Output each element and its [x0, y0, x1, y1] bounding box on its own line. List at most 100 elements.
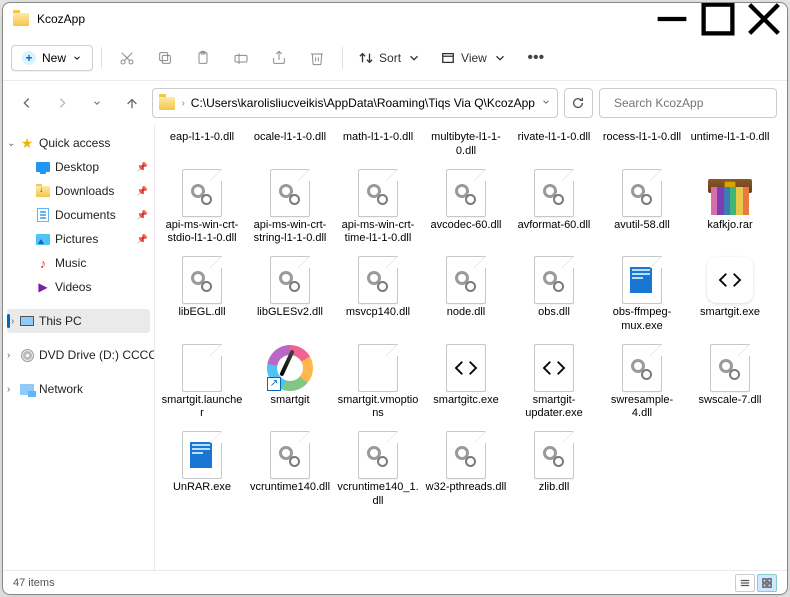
file-item[interactable]: eap-l1-1-0.dll	[159, 129, 245, 163]
search-input[interactable]	[614, 96, 769, 110]
back-button[interactable]	[13, 87, 42, 119]
file-item[interactable]: smartgit.exe	[687, 252, 773, 338]
file-label: avcodec-60.dll	[431, 219, 502, 233]
view-button[interactable]: View	[433, 46, 515, 70]
file-label: swresample-4.dll	[601, 394, 683, 422]
file-item[interactable]: vcruntime140_1.dll	[335, 427, 421, 513]
up-button[interactable]	[118, 87, 147, 119]
file-item[interactable]: obs.dll	[511, 252, 597, 338]
file-label: obs-ffmpeg-mux.exe	[601, 306, 683, 334]
file-item[interactable]: multibyte-l1-1-0.dll	[423, 129, 509, 163]
sidebar-item-quick-access[interactable]: ⌄★Quick access	[3, 131, 154, 155]
file-item[interactable]: UnRAR.exe	[159, 427, 245, 513]
dll-icon	[446, 169, 486, 217]
sidebar-item-pictures[interactable]: Pictures📌	[3, 227, 154, 251]
file-label: libGLESv2.dll	[257, 306, 323, 320]
pin-icon: 📌	[137, 234, 148, 245]
new-label: New	[42, 51, 66, 65]
star-icon: ★	[19, 135, 35, 151]
sidebar-item-network[interactable]: ›Network	[3, 377, 154, 401]
file-item[interactable]: zlib.dll	[511, 427, 597, 513]
chevron-down-icon[interactable]	[541, 96, 551, 110]
sidebar-item-music[interactable]: ♪Music	[3, 251, 154, 275]
file-item[interactable]: avcodec-60.dll	[423, 165, 509, 251]
file-label: smartgitc.exe	[433, 394, 498, 408]
chevron-down-icon	[493, 51, 507, 65]
more-button[interactable]: •••	[519, 42, 553, 74]
file-label: avutil-58.dll	[614, 219, 670, 233]
minimize-button[interactable]	[649, 3, 695, 35]
sidebar-item-this-pc[interactable]: ›This PC	[7, 309, 150, 333]
address-bar[interactable]: › C:\Users\karolisliucveikis\AppData\Roa…	[152, 88, 557, 118]
icons-view-button[interactable]	[757, 574, 777, 592]
file-item[interactable]: node.dll	[423, 252, 509, 338]
file-item[interactable]: api-ms-win-crt-stdio-l1-1-0.dll	[159, 165, 245, 251]
file-item[interactable]: api-ms-win-crt-string-l1-1-0.dll	[247, 165, 333, 251]
file-item[interactable]: avformat-60.dll	[511, 165, 597, 251]
navigation-pane: ⌄★Quick access Desktop📌 Downloads📌 Docum…	[3, 125, 155, 570]
dll-icon	[270, 256, 310, 304]
file-label: smartgit	[270, 394, 309, 408]
sort-button[interactable]: Sort	[351, 46, 429, 70]
file-list[interactable]: eap-l1-1-0.dll ocale-l1-1-0.dll math-l1-1-…	[155, 125, 787, 570]
dll-icon	[182, 256, 222, 304]
sidebar-item-dvd[interactable]: ›DVD Drive (D:) CCCC	[3, 343, 154, 367]
chevron-down-icon	[407, 51, 421, 65]
forward-button[interactable]	[48, 87, 77, 119]
file-item[interactable]: math-l1-1-0.dll	[335, 129, 421, 163]
file-item[interactable]: avutil-58.dll	[599, 165, 685, 251]
sidebar-item-desktop[interactable]: Desktop📌	[3, 155, 154, 179]
dll-icon	[534, 169, 574, 217]
file-label: kafkjo.rar	[707, 219, 752, 233]
chevron-down-icon	[72, 53, 82, 63]
cut-button[interactable]	[110, 42, 144, 74]
file-item[interactable]: swscale-7.dll	[687, 340, 773, 426]
file-item[interactable]: smartgit.launcher	[159, 340, 245, 426]
file-item[interactable]: untime-l1-1-0.dll	[687, 129, 773, 163]
sidebar-item-documents[interactable]: Documents📌	[3, 203, 154, 227]
share-button[interactable]	[262, 42, 296, 74]
file-item[interactable]: vcruntime140.dll	[247, 427, 333, 513]
recent-button[interactable]	[83, 87, 112, 119]
file-item[interactable]: libGLESv2.dll	[247, 252, 333, 338]
file-item[interactable]: api-ms-win-crt-time-l1-1-0.dll	[335, 165, 421, 251]
file-item[interactable]: kafkjo.rar	[687, 165, 773, 251]
file-item[interactable]: obs-ffmpeg-mux.exe	[599, 252, 685, 338]
pin-icon: 📌	[137, 210, 148, 221]
search-box[interactable]	[599, 88, 777, 118]
file-item[interactable]: libEGL.dll	[159, 252, 245, 338]
pc-icon	[20, 316, 34, 326]
copy-button[interactable]	[148, 42, 182, 74]
file-item[interactable]: w32-pthreads.dll	[423, 427, 509, 513]
new-button[interactable]: + New	[11, 45, 93, 71]
file-item[interactable]: swresample-4.dll	[599, 340, 685, 426]
explorer-window: KcozApp + New Sort View ••	[2, 2, 788, 595]
dll-icon	[358, 256, 398, 304]
sidebar-item-downloads[interactable]: Downloads📌	[3, 179, 154, 203]
file-label: smartgit.vmoptions	[337, 394, 419, 422]
file-item[interactable]: smartgit-updater.exe	[511, 340, 597, 426]
rename-button[interactable]	[224, 42, 258, 74]
file-label: zlib.dll	[539, 481, 570, 495]
close-button[interactable]	[741, 3, 787, 35]
file-item[interactable]: rivate-l1-1-0.dll	[511, 129, 597, 163]
paste-button[interactable]	[186, 42, 220, 74]
file-label: node.dll	[447, 306, 486, 320]
delete-button[interactable]	[300, 42, 334, 74]
code-icon	[707, 257, 753, 303]
file-item[interactable]: ↗ smartgit	[247, 340, 333, 426]
file-item[interactable]: smartgit.vmoptions	[335, 340, 421, 426]
file-item[interactable]: msvcp140.dll	[335, 252, 421, 338]
network-icon	[20, 384, 34, 395]
file-item[interactable]: rocess-l1-1-0.dll	[599, 129, 685, 163]
palette-icon: ↗	[267, 345, 313, 391]
toolbar: + New Sort View •••	[3, 35, 787, 81]
pin-icon: 📌	[137, 162, 148, 173]
maximize-button[interactable]	[695, 3, 741, 35]
sidebar-item-videos[interactable]: ▶Videos	[3, 275, 154, 299]
file-label: ocale-l1-1-0.dll	[254, 131, 326, 145]
file-item[interactable]: smartgitc.exe	[423, 340, 509, 426]
details-view-button[interactable]	[735, 574, 755, 592]
refresh-button[interactable]	[564, 88, 593, 118]
file-item[interactable]: ocale-l1-1-0.dll	[247, 129, 333, 163]
